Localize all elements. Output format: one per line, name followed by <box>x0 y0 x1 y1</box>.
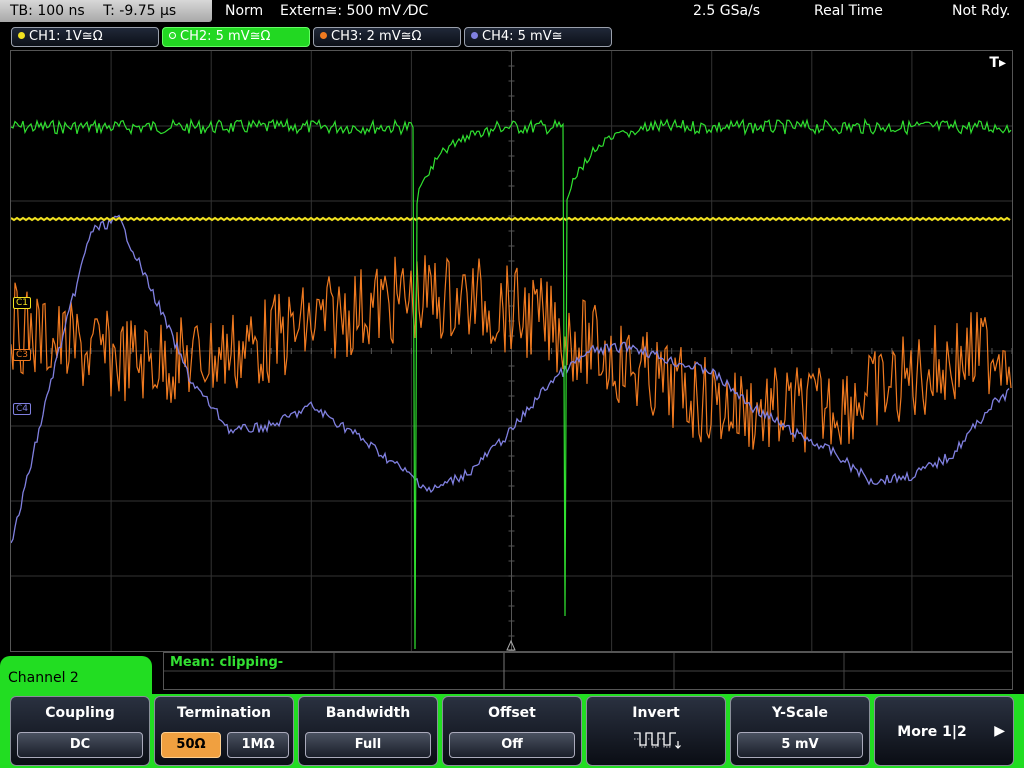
channel-2-color-dot <box>169 32 176 39</box>
more-label: More 1|2 <box>897 724 967 740</box>
trigger-source[interactable]: Extern≅: 500 mV ⁄DC <box>280 0 428 22</box>
offset-value[interactable]: Off <box>449 732 575 758</box>
measurement-panel[interactable]: Mean: clipping- <box>163 652 1013 690</box>
measurement-grid <box>164 653 1012 689</box>
termination-softkey[interactable]: Termination 50Ω 1MΩ <box>154 696 294 766</box>
bandwidth-softkey[interactable]: Bandwidth Full <box>298 696 438 766</box>
invert-title: Invert <box>632 705 680 721</box>
y-scale-title: Y-Scale <box>771 705 828 721</box>
sample-rate: 2.5 GSa/s <box>693 3 761 19</box>
waveform-display[interactable]: T▸ C1 C3 C4 <box>10 50 1013 652</box>
channel-4-label: CH4: 5 mV≅ <box>482 29 563 44</box>
tab-channel-2[interactable]: CH2: 5 mV≅Ω <box>162 27 310 47</box>
tab-channel-1[interactable]: CH1: 1V≅Ω <box>11 27 159 47</box>
channel-4-offset-label[interactable]: C4 <box>13 403 32 415</box>
offset-softkey[interactable]: Offset Off <box>442 696 582 766</box>
timebase-box[interactable]: TB: 100 ns T: -9.75 µs <box>0 0 212 22</box>
y-scale-softkey[interactable]: Y-Scale 5 mV <box>730 696 870 766</box>
right-arrow-icon: ▶ <box>994 723 1005 739</box>
tab-channel-4[interactable]: CH4: 5 mV≅ <box>464 27 612 47</box>
channel-1-offset-label[interactable]: C1 <box>13 297 32 309</box>
inverted-square-wave-icon <box>634 732 681 749</box>
waveform-canvas <box>11 51 1012 651</box>
timebase-value: TB: 100 ns <box>10 3 85 19</box>
coupling-title: Coupling <box>45 705 115 721</box>
offset-title: Offset <box>488 705 536 721</box>
channel-4-color-dot <box>471 32 478 39</box>
coupling-value[interactable]: DC <box>17 732 143 758</box>
termination-50ohm-option[interactable]: 50Ω <box>161 732 221 758</box>
bandwidth-title: Bandwidth <box>325 705 411 721</box>
graticule <box>11 51 1012 651</box>
menu-title: Channel 2 <box>0 656 152 700</box>
measurement-mean: Mean: clipping- <box>170 655 284 670</box>
termination-1mohm-option[interactable]: 1MΩ <box>227 732 289 758</box>
channel-4-waveform <box>11 214 1010 544</box>
more-softkey[interactable]: More 1|2 ▶ <box>874 696 1014 766</box>
termination-title: Termination <box>177 705 271 721</box>
channel-1-color-dot <box>18 32 25 39</box>
channel-3-offset-label[interactable]: C3 <box>13 349 32 361</box>
channel-1-waveform <box>11 216 1011 222</box>
acquisition-mode[interactable]: Real Time <box>814 0 883 22</box>
invert-softkey[interactable]: Invert <box>586 696 726 766</box>
channel-2-label: CH2: 5 mV≅Ω <box>180 29 271 44</box>
channel-3-label: CH3: 2 mV≅Ω <box>331 29 422 44</box>
status-bar: TB: 100 ns T: -9.75 µs Norm Extern≅: 500… <box>0 0 1024 24</box>
tab-channel-3[interactable]: CH3: 2 mV≅Ω <box>313 27 461 47</box>
acquisition-state: Not Rdy. <box>952 3 1011 19</box>
trigger-marker-icon: T▸ <box>989 55 1006 71</box>
coupling-softkey[interactable]: Coupling DC <box>10 696 150 766</box>
bandwidth-value[interactable]: Full <box>305 732 431 758</box>
channel-3-color-dot <box>320 32 327 39</box>
trigger-position-value: T: -9.75 µs <box>103 3 177 19</box>
trigger-mode[interactable]: Norm <box>225 0 263 22</box>
y-scale-value[interactable]: 5 mV <box>737 732 863 758</box>
channel-1-label: CH1: 1V≅Ω <box>29 29 103 44</box>
